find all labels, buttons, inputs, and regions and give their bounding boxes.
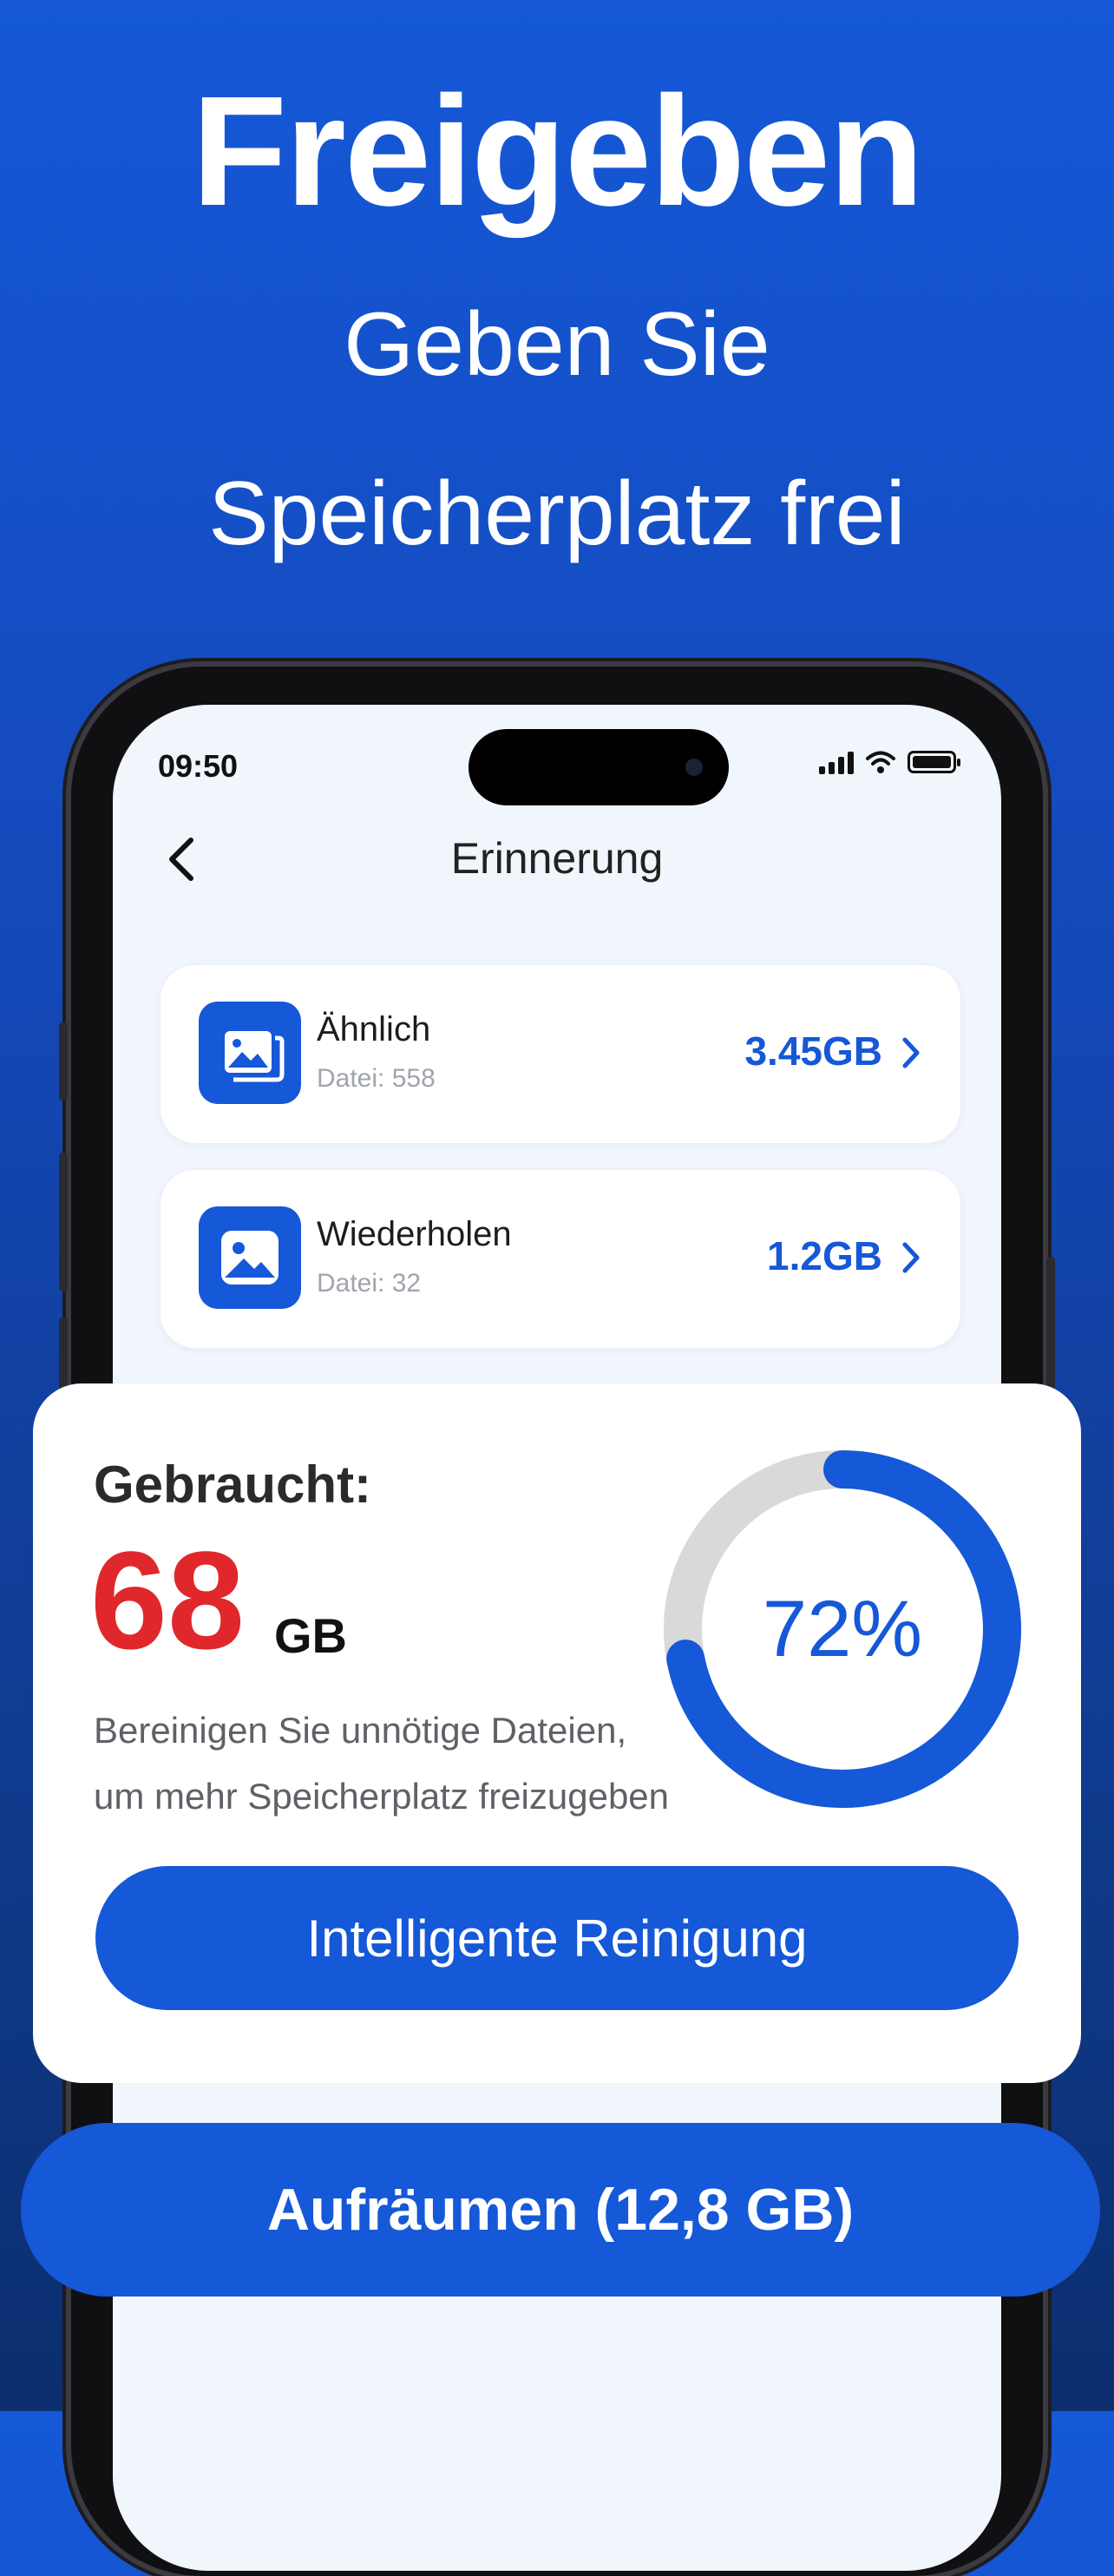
smart-cleanup-button[interactable]: Intelligente Reinigung	[95, 1866, 1019, 2010]
item-file-count: Datei: 32	[317, 1269, 422, 1298]
photo-icon	[199, 1206, 301, 1309]
headline-subtitle-2: Speicherplatz frei	[208, 463, 906, 564]
headline-title: Freigeben	[191, 64, 924, 239]
cleanup-button[interactable]: Aufräumen (12,8 GB)	[21, 2123, 1100, 2297]
battery-icon	[908, 751, 960, 773]
chevron-right-icon	[902, 1037, 920, 1068]
chevron-right-icon	[902, 1242, 920, 1273]
camera-icon	[685, 759, 703, 776]
item-size: 1.2GB	[767, 1233, 882, 1278]
item-size: 3.45GB	[744, 1028, 882, 1074]
phone-side-button	[59, 1022, 68, 1101]
status-icons	[819, 750, 960, 774]
wifi-icon	[866, 751, 895, 773]
item-name: Wiederholen	[317, 1215, 512, 1253]
list-item-similar[interactable]: Ähnlich Datei: 558 3.45GB	[161, 965, 960, 1143]
usage-description-line-2: um mehr Speicherplatz freizugeben	[94, 1776, 670, 1817]
list-item-duplicates[interactable]: Wiederholen Datei: 32 1.2GB	[161, 1170, 960, 1348]
page-title: Erinnerung	[450, 834, 664, 883]
status-time: 09:50	[158, 748, 239, 784]
usage-amount: 68	[90, 1522, 245, 1678]
usage-unit: GB	[274, 1608, 347, 1663]
photos-stack-icon	[199, 1002, 301, 1104]
phone-volume-up	[59, 1153, 68, 1291]
usage-description-line-1: Bereinigen Sie unnötige Dateien,	[94, 1710, 627, 1751]
signal-icon	[819, 750, 854, 774]
item-file-count: Datei: 558	[317, 1064, 436, 1093]
headline-subtitle-1: Geben Sie	[344, 294, 770, 395]
usage-label: Gebraucht:	[94, 1456, 372, 1514]
usage-percent: 72%	[762, 1584, 923, 1673]
dynamic-island	[469, 729, 729, 805]
storage-usage-card: Gebraucht: 68 GB Bereinigen Sie unnötige…	[33, 1383, 1081, 2083]
item-name: Ähnlich	[317, 1010, 431, 1048]
